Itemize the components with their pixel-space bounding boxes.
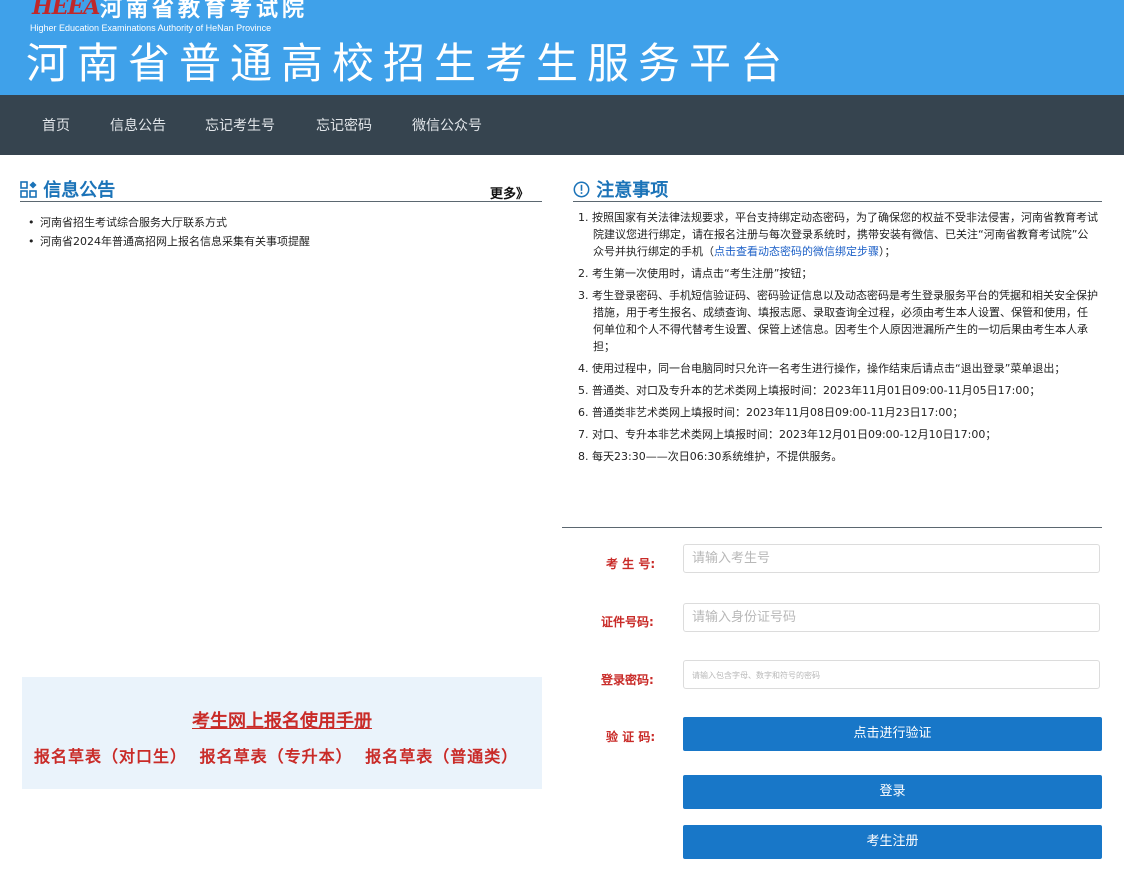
nav-forgot-password[interactable]: 忘记密码 bbox=[316, 115, 372, 135]
attention-item: 7. 对口、专升本非艺术类网上填报时间：2023年12月01日09:00-12月… bbox=[578, 428, 997, 441]
password-label: 登录密码: bbox=[601, 673, 654, 687]
attention-item: 6. 普通类非艺术类网上填报时间：2023年11月08日09:00-11月23日… bbox=[578, 406, 964, 419]
draft-form-general-link[interactable]: 报名草表（普通类） bbox=[365, 747, 518, 766]
draft-form-upgrade-link[interactable]: 报名草表（专升本） bbox=[200, 747, 353, 766]
divider bbox=[562, 527, 1102, 528]
notice-item[interactable]: 河南省招生考试综合服务大厅联系方式 bbox=[28, 213, 310, 232]
password-input[interactable] bbox=[683, 660, 1100, 689]
id-number-input[interactable] bbox=[683, 603, 1100, 632]
site-header: HEEA 河南省教育考试院 Higher Education Examinati… bbox=[0, 0, 1124, 95]
notice-list: 河南省招生考试综合服务大厅联系方式 河南省2024年普通高招网上报名信息采集有关… bbox=[28, 213, 310, 251]
attention-item: 4. 使用过程中，同一台电脑同时只允许一名考生进行操作，操作结束后请点击“退出登… bbox=[578, 362, 1066, 375]
login-button[interactable]: 登录 bbox=[683, 775, 1102, 809]
captcha-label: 验 证 码: bbox=[606, 730, 656, 744]
divider bbox=[20, 201, 542, 202]
notice-title-text: 信息公告 bbox=[43, 180, 116, 201]
org-name-en: Higher Education Examinations Authority … bbox=[30, 23, 272, 33]
more-link[interactable]: 更多》 bbox=[490, 183, 529, 202]
register-button[interactable]: 考生注册 bbox=[683, 825, 1102, 859]
notice-section-title: 信息公告 bbox=[20, 176, 115, 202]
notice-item[interactable]: 河南省2024年普通高招网上报名信息采集有关事项提醒 bbox=[28, 232, 310, 251]
nav-home[interactable]: 首页 bbox=[42, 115, 70, 135]
divider bbox=[573, 201, 1102, 202]
info-circle-icon bbox=[573, 181, 590, 198]
attention-item: 2. 考生第一次使用时，请点击“考生注册”按钮； bbox=[578, 267, 813, 280]
nav-forgot-exam-number[interactable]: 忘记考生号 bbox=[205, 115, 275, 135]
grid-icon bbox=[20, 181, 37, 198]
nav-wechat[interactable]: 微信公众号 bbox=[412, 115, 482, 135]
draft-form-vocational-link[interactable]: 报名草表（对口生） bbox=[34, 747, 187, 766]
attention-item: 8. 每天23:30——次日06:30系统维护，不提供服务。 bbox=[578, 450, 843, 463]
attention-item-tail: ）； bbox=[879, 245, 896, 258]
attention-section-title: 注意事项 bbox=[573, 176, 668, 202]
attention-item: 5. 普通类、对口及专升本的艺术类网上填报时间：2023年11月01日09:00… bbox=[578, 384, 1041, 397]
attention-title-text: 注意事项 bbox=[596, 180, 669, 201]
nav-notices[interactable]: 信息公告 bbox=[110, 115, 166, 135]
draft-forms: 报名草表（对口生） 报名草表（专升本） 报名草表（普通类） bbox=[34, 743, 524, 767]
manual-link[interactable]: 考生网上报名使用手册 bbox=[22, 707, 542, 733]
org-name-cn: 河南省教育考试院 bbox=[100, 0, 309, 22]
id-number-label: 证件号码: bbox=[601, 615, 654, 629]
platform-title: 河南省普通高校招生考生服务平台 bbox=[26, 39, 792, 88]
wechat-binding-steps-link[interactable]: 点击查看动态密码的微信绑定步骤 bbox=[714, 245, 879, 258]
attention-item: 3. 考生登录密码、手机短信验证码、密码验证信息以及动态密码是考生登录服务平台的… bbox=[578, 289, 1098, 353]
attention-item: 1. 按照国家有关法律法规要求，平台支持绑定动态密码，为了确保您的权益不受非法侵… bbox=[578, 209, 1098, 260]
attention-list: 1. 按照国家有关法律法规要求，平台支持绑定动态密码，为了确保您的权益不受非法侵… bbox=[578, 209, 1098, 470]
exam-number-input[interactable] bbox=[683, 544, 1100, 573]
exam-number-label: 考 生 号: bbox=[606, 557, 656, 571]
main-nav: 首页 信息公告 忘记考生号 忘记密码 微信公众号 bbox=[0, 95, 1124, 155]
verify-button[interactable]: 点击进行验证 bbox=[683, 717, 1102, 751]
manual-box: 考生网上报名使用手册 报名草表（对口生） 报名草表（专升本） 报名草表（普通类） bbox=[22, 677, 542, 789]
org-logo: HEEA bbox=[32, 0, 100, 20]
